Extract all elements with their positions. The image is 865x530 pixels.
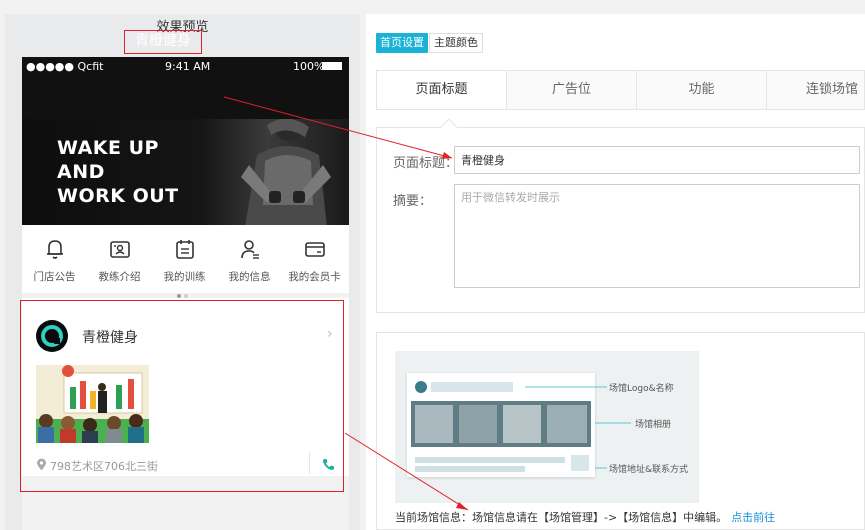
- nav-title: 青橙健身: [124, 30, 202, 54]
- clock-label: 9:41 AM: [165, 60, 211, 73]
- page-title-input[interactable]: [454, 146, 860, 174]
- subtab-page-title[interactable]: 页面标题: [377, 71, 507, 109]
- feature-label: 门店公告: [33, 271, 76, 283]
- battery-icon: [322, 62, 342, 70]
- calendar-icon: [176, 240, 194, 259]
- venue-info-box: 场馆Logo&名称 场馆相册 场馆地址&联系方式 当前场馆信息：场馆信息请在【场…: [376, 332, 865, 530]
- feature-label: 教练介绍: [98, 271, 141, 283]
- coach-card-icon: [110, 241, 130, 258]
- feature-label: 我的训练: [163, 271, 206, 283]
- carrier-label: ●●●●● Qcfit: [26, 60, 104, 73]
- banner-line-3: WORK OUT: [57, 185, 179, 207]
- feature-label: 我的信息: [228, 271, 271, 283]
- feature-my-training[interactable]: 我的训练: [152, 225, 217, 285]
- subtab-ad-slot[interactable]: 广告位: [507, 71, 637, 109]
- athlete-image: [241, 119, 331, 225]
- diagram-label-album: 场馆相册: [635, 420, 672, 430]
- title-form: 页面标题： 摘要：: [376, 118, 865, 313]
- banner-line-1: WAKE UP: [57, 137, 159, 159]
- venue-layout-diagram: 场馆Logo&名称 场馆相册 场馆地址&联系方式: [395, 351, 699, 503]
- subtab-features[interactable]: 功能: [637, 71, 767, 109]
- nav-bar: [22, 75, 349, 119]
- venue-highlight-box: [20, 300, 344, 492]
- venue-info-message: 当前场馆信息：场馆信息请在【场馆管理】->【场馆信息】中编辑。: [395, 511, 728, 524]
- banner-line-2: AND: [57, 161, 105, 183]
- summary-textarea[interactable]: [454, 184, 860, 288]
- feature-store-notice[interactable]: 门店公告: [22, 225, 87, 285]
- feature-my-card[interactable]: 我的会员卡: [282, 225, 347, 285]
- tab-pointer: [440, 118, 458, 136]
- card-icon: [305, 242, 325, 257]
- tab-theme-color[interactable]: 主题颜色: [429, 33, 483, 53]
- subtab-chain-venues[interactable]: 连锁场馆: [767, 71, 865, 109]
- bell-icon: [47, 240, 63, 259]
- promo-banner[interactable]: WAKE UP AND WORK OUT: [22, 119, 349, 225]
- status-bar: ●●●●● Qcfit 9:41 AM 100%: [22, 57, 349, 75]
- feature-my-info[interactable]: 我的信息: [217, 225, 282, 285]
- diagram-label-logo: 场馆Logo&名称: [609, 384, 674, 394]
- goto-venue-link[interactable]: 点击前往: [731, 511, 775, 524]
- title-label: 页面标题：: [393, 156, 459, 171]
- sub-tab-bar: 页面标题 广告位 功能 连锁场馆: [376, 70, 865, 110]
- diagram-label-address: 场馆地址&联系方式: [609, 465, 689, 475]
- settings-panel: 首页设置 主题颜色 页面标题 广告位 功能 连锁场馆 页面标题： 摘要：: [366, 14, 865, 530]
- feature-label: 我的会员卡: [288, 271, 341, 283]
- battery-label: 100%: [293, 60, 325, 73]
- tab-home-settings[interactable]: 首页设置: [376, 33, 428, 53]
- feature-grid: 门店公告 教练介绍 我的训练 我的信息 我的会员卡: [22, 225, 349, 298]
- user-icon: [241, 240, 259, 259]
- summary-label: 摘要：: [393, 194, 433, 209]
- venue-info-text: 当前场馆信息：场馆信息请在【场馆管理】->【场馆信息】中编辑。 点击前往: [395, 509, 775, 525]
- feature-coach-intro[interactable]: 教练介绍: [87, 225, 152, 285]
